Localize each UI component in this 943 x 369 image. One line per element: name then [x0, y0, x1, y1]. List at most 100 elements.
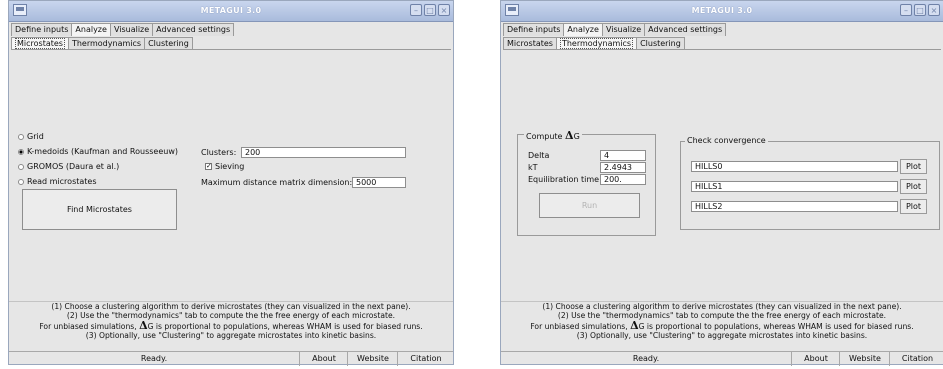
radio-read-microstates[interactable]: Read microstates — [18, 177, 97, 186]
tab-advanced-settings[interactable]: Advanced settings — [152, 23, 235, 36]
tab-advanced-settings[interactable]: Advanced settings — [644, 23, 727, 36]
maxdist-input[interactable]: 5000 — [352, 177, 406, 188]
sieving-label: Sieving — [215, 162, 245, 171]
compute-dg-group: Compute ΔG Delta 4 kT 2.4943 Equilibrati… — [517, 129, 656, 236]
window-title: METAGUI 3.0 — [691, 6, 753, 15]
delta-label: Delta — [528, 151, 550, 160]
about-button[interactable]: About — [791, 352, 840, 366]
hills0-input[interactable]: HILLS0 — [691, 161, 898, 172]
website-button[interactable]: Website — [347, 352, 398, 366]
citation-button[interactable]: Citation — [889, 352, 943, 366]
plot-hills1-button[interactable]: Plot — [900, 179, 927, 194]
clusters-label: Clusters: — [201, 148, 237, 157]
close-icon[interactable]: × — [928, 4, 940, 16]
radio-dot — [18, 133, 24, 140]
sieving-checkbox[interactable]: ✓ Sieving — [205, 162, 244, 171]
main-tabs: Define inputs Analyze Visualize Advanced… — [503, 23, 727, 36]
equilibration-time-label: Equilibration time — [528, 175, 600, 184]
help-text: (1) Choose a clustering algorithm to der… — [9, 301, 453, 350]
tab-define-inputs[interactable]: Define inputs — [11, 23, 73, 36]
website-button[interactable]: Website — [839, 352, 890, 366]
status-bar: Ready. About Website Citation — [9, 351, 453, 366]
help-line-1: (1) Choose a clustering algorithm to der… — [51, 302, 411, 311]
kt-label: kT — [528, 163, 538, 172]
help-line-1: (1) Choose a clustering algorithm to der… — [542, 302, 902, 311]
help-line-2: (2) Use the "thermodynamics" tab to comp… — [557, 311, 887, 321]
help-line-3-suffix: G is proportional to populations, wherea… — [147, 321, 423, 331]
radio-dot-selected — [18, 148, 24, 155]
status-text: Ready. — [632, 354, 660, 363]
tab-clustering[interactable]: Clustering — [636, 37, 685, 49]
maxdist-label: Maximum distance matrix dimension: — [201, 178, 353, 187]
help-line-4: (3) Optionally, use "Clustering" to aggr… — [576, 331, 868, 341]
analyze-subtabs: Microstates Thermodynamics Clustering — [503, 36, 941, 50]
help-line-2: (2) Use the "thermodynamics" tab to comp… — [66, 311, 396, 321]
clusters-input[interactable]: 200 — [241, 147, 406, 158]
citation-button[interactable]: Citation — [397, 352, 454, 366]
minimize-icon[interactable]: – — [410, 4, 422, 16]
help-line-3-prefix: For unbiased simulations, — [39, 321, 137, 331]
tab-define-inputs[interactable]: Define inputs — [503, 23, 565, 36]
about-button[interactable]: About — [299, 352, 348, 366]
help-line-4: (3) Optionally, use "Clustering" to aggr… — [85, 331, 377, 341]
main-tabs: Define inputs Analyze Visualize Advanced… — [11, 23, 235, 36]
help-line-3: For unbiased simulations, ΔG is proporti… — [501, 318, 943, 332]
radio-grid[interactable]: Grid — [18, 132, 44, 141]
hills2-input[interactable]: HILLS2 — [691, 201, 898, 212]
microstates-pane: Grid K-medoids (Kaufman and Rousseeuw) G… — [11, 50, 451, 297]
hills1-input[interactable]: HILLS1 — [691, 181, 898, 192]
compute-dg-prefix: Compute — [526, 132, 563, 141]
check-convergence-label: Check convergence — [685, 136, 768, 145]
radio-label: Read microstates — [27, 177, 97, 186]
compute-dg-suffix: G — [573, 132, 580, 141]
radio-k-medoids[interactable]: K-medoids (Kaufman and Rousseeuw) — [18, 147, 178, 156]
tab-analyze[interactable]: Analyze — [563, 23, 603, 36]
tab-visualize[interactable]: Visualize — [109, 23, 154, 36]
title-bar[interactable]: METAGUI 3.0 – □ × — [9, 1, 453, 22]
maximize-icon[interactable]: □ — [914, 4, 926, 16]
tab-visualize[interactable]: Visualize — [601, 23, 646, 36]
plot-hills2-button[interactable]: Plot — [900, 199, 927, 214]
status-bar: Ready. About Website Citation — [501, 351, 943, 366]
help-line-3: For unbiased simulations, ΔG is proporti… — [9, 318, 453, 332]
window-microstates: METAGUI 3.0 – □ × Define inputs Analyze … — [8, 0, 454, 366]
help-line-3-prefix: For unbiased simulations, — [530, 321, 628, 331]
tab-analyze[interactable]: Analyze — [71, 23, 111, 36]
tab-microstates[interactable]: Microstates — [11, 37, 69, 49]
tab-microstates[interactable]: Microstates — [503, 37, 557, 49]
equilibration-time-input[interactable]: 200. — [600, 174, 646, 185]
status-text: Ready. — [140, 354, 168, 363]
tab-thermodynamics[interactable]: Thermodynamics — [555, 37, 638, 49]
radio-dot — [18, 163, 24, 170]
help-line-3-suffix: G is proportional to populations, wherea… — [638, 321, 914, 331]
compute-dg-label: Compute ΔG — [524, 129, 582, 142]
tab-microstates-label: Microstates — [15, 38, 65, 49]
run-button[interactable]: Run — [539, 193, 640, 218]
check-icon: ✓ — [205, 162, 212, 170]
plot-hills0-button[interactable]: Plot — [900, 159, 927, 174]
radio-label: GROMOS (Daura et al.) — [27, 162, 120, 171]
tab-clustering[interactable]: Clustering — [144, 37, 193, 49]
window-title: METAGUI 3.0 — [200, 6, 262, 15]
analyze-subtabs: Microstates Thermodynamics Clustering — [11, 36, 451, 50]
minimize-icon[interactable]: – — [900, 4, 912, 16]
check-convergence-group: Check convergence HILLS0 Plot HILLS1 Plo… — [680, 136, 940, 230]
thermodynamics-pane: Compute ΔG Delta 4 kT 2.4943 Equilibrati… — [503, 50, 941, 297]
kt-input[interactable]: 2.4943 — [600, 162, 646, 173]
delta-symbol: Δ — [139, 318, 148, 332]
radio-label: K-medoids (Kaufman and Rousseeuw) — [27, 147, 178, 156]
tab-thermodynamics[interactable]: Thermodynamics — [67, 37, 146, 49]
window-thermodynamics: METAGUI 3.0 – □ × Define inputs Analyze … — [500, 0, 943, 366]
radio-dot — [18, 178, 24, 185]
radio-label: Grid — [27, 132, 44, 141]
delta-symbol: Δ — [565, 129, 574, 142]
close-icon[interactable]: × — [438, 4, 450, 16]
delta-input[interactable]: 4 — [600, 150, 646, 161]
title-bar[interactable]: METAGUI 3.0 – □ × — [501, 1, 943, 22]
maximize-icon[interactable]: □ — [424, 4, 436, 16]
find-microstates-button[interactable]: Find Microstates — [22, 189, 177, 230]
delta-symbol: Δ — [630, 318, 639, 332]
radio-gromos[interactable]: GROMOS (Daura et al.) — [18, 162, 119, 171]
tab-thermodynamics-label: Thermodynamics — [559, 38, 634, 49]
help-text: (1) Choose a clustering algorithm to der… — [501, 301, 943, 350]
